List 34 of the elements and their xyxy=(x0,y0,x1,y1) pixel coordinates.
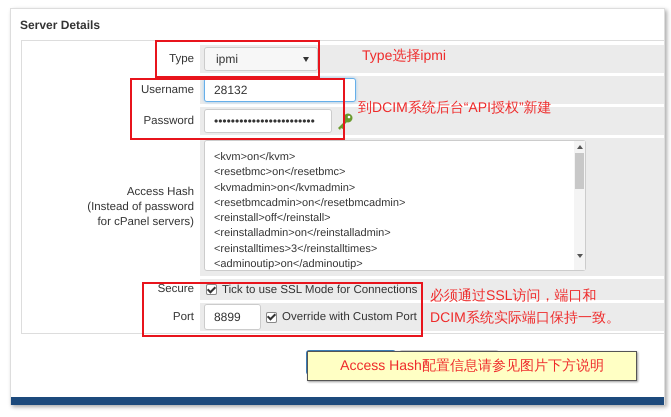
field-label: Access Hash xyxy=(126,184,194,200)
code-line: <kvmadmin>on</kvmadmin> xyxy=(214,180,356,196)
code-line: <reinstalltimes>3</reinstalltimes> xyxy=(214,242,378,257)
checkbox-label: Tick to use SSL Mode for Connections xyxy=(222,284,418,296)
annotation-text: 到DCIM系统后台“API授权”新建 xyxy=(358,98,552,117)
field-label: Password xyxy=(144,114,194,128)
field-label: Username xyxy=(140,82,194,98)
field-hint: (Instead of password xyxy=(87,200,194,214)
field-label: Type xyxy=(169,52,194,66)
caret-icon xyxy=(303,56,309,62)
code-line: <adminoutip>on</adminoutip> xyxy=(214,257,364,272)
annotation-text: DCIM系统实际端口保持一致。 xyxy=(430,308,620,327)
type-dropdown[interactable]: ipmi xyxy=(204,47,318,71)
code-line: <reinstall>off</reinstall> xyxy=(214,211,332,226)
username-field[interactable]: 28132 xyxy=(204,78,356,102)
field-label: Secure xyxy=(158,282,194,297)
code-line: <resetbmcadmin>on</resetbmcadmin> xyxy=(214,196,406,211)
access-hash-field[interactable] xyxy=(204,140,586,271)
callout-tooltip: Access Hash配置信息请参见图片下方说明 xyxy=(307,351,637,381)
checkbox-label: Override with Custom Port xyxy=(282,311,417,323)
scrollbar[interactable] xyxy=(574,141,585,270)
code-line: <resetbmc>on</resetbmc> xyxy=(214,165,346,180)
key-icon xyxy=(336,112,354,130)
checkbox[interactable] xyxy=(206,284,217,295)
annotation-text: 必须通过SSL访问，端口和 xyxy=(430,286,598,305)
field-hint: for cPanel servers) xyxy=(97,214,194,230)
annotation-text: Type选择ipmi xyxy=(362,46,446,65)
checkbox[interactable] xyxy=(266,312,277,322)
field-label: Port xyxy=(172,310,194,324)
code-line: <reinstalladmin>on</reinstalladmin> xyxy=(214,226,392,242)
section-title: Server Details xyxy=(20,18,102,34)
port-field[interactable]: 8899 xyxy=(204,304,261,330)
password-field[interactable]: •••••••••••••••••••••••• xyxy=(204,109,332,133)
code-line: <kvm>on</kvm> xyxy=(214,150,296,165)
